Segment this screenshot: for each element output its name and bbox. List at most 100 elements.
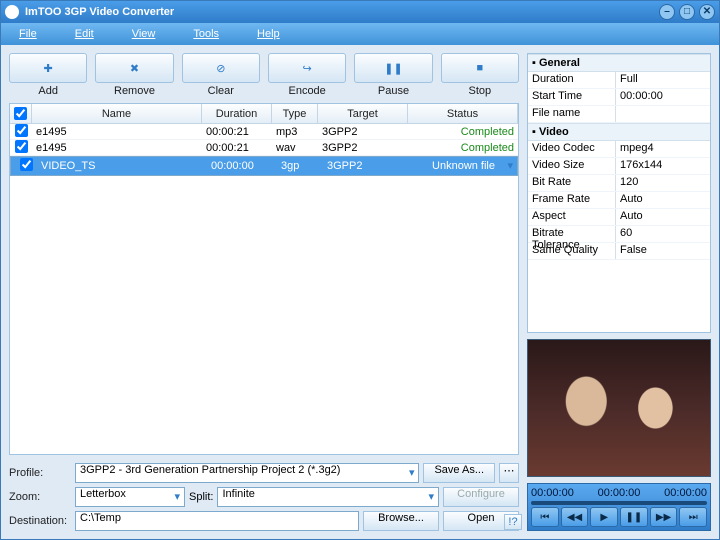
cell-type: wav — [272, 142, 318, 154]
rewind-button[interactable]: ◀◀ — [561, 507, 589, 527]
time-end: 00:00:00 — [664, 487, 707, 499]
profile-more-button[interactable]: ⋯ — [499, 463, 519, 483]
close-button[interactable]: ✕ — [699, 4, 715, 20]
menu-view[interactable]: View — [122, 28, 184, 40]
menu-help[interactable]: Help — [247, 28, 308, 40]
add-button[interactable]: ✚ — [9, 53, 87, 83]
select-all-checkbox[interactable] — [14, 107, 27, 120]
save-as-button[interactable]: Save As... — [423, 463, 495, 483]
clear-button[interactable]: ⊘ — [182, 53, 260, 83]
clear-icon: ⊘ — [216, 62, 225, 75]
toolbar: ✚Add ✖Remove ⊘Clear ↪Encode ❚❚Pause ■Sto… — [9, 53, 519, 97]
browse-button[interactable]: Browse... — [363, 511, 439, 531]
cell-type: 3gp — [277, 160, 323, 172]
play-button[interactable]: ▶ — [590, 507, 618, 527]
table-row[interactable]: VIDEO_TS00:00:003gp3GPP2Unknown file — [10, 156, 518, 176]
split-select[interactable]: Infinite — [217, 487, 439, 507]
prop-value[interactable]: mpeg4 — [616, 141, 710, 157]
prop-group[interactable]: Video — [528, 123, 710, 141]
cell-status: Completed — [408, 126, 518, 138]
player-pause-button[interactable]: ❚❚ — [620, 507, 648, 527]
prop-row[interactable]: Video Codecmpeg4 — [528, 141, 710, 158]
cell-target: 3GPP2 — [318, 142, 408, 154]
preview-area[interactable] — [527, 339, 711, 477]
prop-value[interactable]: 176x144 — [616, 158, 710, 174]
stop-button[interactable]: ■ — [441, 53, 519, 83]
remove-label: Remove — [114, 85, 155, 97]
menu-file[interactable]: File — [9, 28, 65, 40]
time-start: 00:00:00 — [531, 487, 574, 499]
maximize-button[interactable]: □ — [679, 4, 695, 20]
prop-key: Bit Rate — [528, 175, 616, 191]
prop-value[interactable]: 00:00:00 — [616, 89, 710, 105]
file-grid: Name Duration Type Target Status e149500… — [9, 103, 519, 455]
prop-value[interactable] — [616, 106, 710, 122]
seek-bar[interactable] — [531, 501, 707, 505]
player-controls: 00:00:00 00:00:00 00:00:00 ⏮ ◀◀ ▶ ❚❚ ▶▶ … — [527, 483, 711, 531]
menu-bar: File Edit View Tools Help — [1, 23, 719, 45]
title-bar: ImTOO 3GP Video Converter – □ ✕ — [1, 1, 719, 23]
cell-duration: 00:00:00 — [207, 160, 277, 172]
row-checkbox[interactable] — [20, 158, 33, 171]
menu-tools[interactable]: Tools — [183, 28, 247, 40]
prop-row[interactable]: DurationFull — [528, 72, 710, 89]
cell-status: Completed — [408, 142, 518, 154]
skip-back-button[interactable]: ⏮ — [531, 507, 559, 527]
prop-row[interactable]: Same QualityFalse — [528, 243, 710, 260]
prop-value[interactable]: Auto — [616, 192, 710, 208]
profile-label: Profile: — [9, 467, 71, 479]
plus-icon: ✚ — [44, 62, 53, 75]
prop-value[interactable]: 60 — [616, 226, 710, 242]
prop-key: Same Quality — [528, 243, 616, 259]
prop-row[interactable]: Frame RateAuto — [528, 192, 710, 209]
cell-status: Unknown file — [413, 160, 499, 172]
col-name[interactable]: Name — [32, 104, 202, 123]
pause-label: Pause — [378, 85, 409, 97]
cell-name: e1495 — [32, 126, 202, 138]
col-status[interactable]: Status — [408, 104, 518, 123]
stop-icon: ■ — [476, 62, 483, 74]
col-target[interactable]: Target — [318, 104, 408, 123]
prop-key: Aspect — [528, 209, 616, 225]
prop-value[interactable]: Full — [616, 72, 710, 88]
prop-value[interactable]: Auto — [616, 209, 710, 225]
prop-row[interactable]: File name — [528, 106, 710, 123]
prop-row[interactable]: Bit Rate120 — [528, 175, 710, 192]
encode-icon: ↪ — [303, 62, 312, 75]
prop-value[interactable]: 120 — [616, 175, 710, 191]
grid-empty-area[interactable] — [10, 176, 518, 454]
pause-button[interactable]: ❚❚ — [354, 53, 432, 83]
cell-target: 3GPP2 — [323, 160, 413, 172]
profile-select[interactable]: 3GPP2 - 3rd Generation Partnership Proje… — [75, 463, 419, 483]
prop-key: Video Codec — [528, 141, 616, 157]
row-checkbox[interactable] — [15, 140, 28, 153]
col-type[interactable]: Type — [272, 104, 318, 123]
col-duration[interactable]: Duration — [202, 104, 272, 123]
prop-row[interactable]: AspectAuto — [528, 209, 710, 226]
prop-value[interactable]: False — [616, 243, 710, 259]
encode-label: Encode — [288, 85, 325, 97]
remove-button[interactable]: ✖ — [95, 53, 173, 83]
preview-image — [528, 340, 710, 476]
minimize-button[interactable]: – — [659, 4, 675, 20]
prop-row[interactable]: Video Size176x144 — [528, 158, 710, 175]
table-row[interactable]: e149500:00:21wav3GPP2Completed — [10, 140, 518, 156]
configure-button[interactable]: Configure — [443, 487, 519, 507]
row-checkbox[interactable] — [15, 124, 28, 137]
zoom-select[interactable]: Letterbox — [75, 487, 185, 507]
menu-edit[interactable]: Edit — [65, 28, 122, 40]
prop-key: Start Time — [528, 89, 616, 105]
cell-name: e1495 — [32, 142, 202, 154]
forward-button[interactable]: ▶▶ — [650, 507, 678, 527]
cell-duration: 00:00:21 — [202, 126, 272, 138]
properties-panel[interactable]: GeneralDurationFullStart Time00:00:00Fil… — [527, 53, 711, 333]
destination-input[interactable]: C:\Temp — [75, 511, 359, 531]
prop-row[interactable]: Bitrate Tolerance60 — [528, 226, 710, 243]
table-row[interactable]: e149500:00:21mp33GPP2Completed — [10, 124, 518, 140]
prop-row[interactable]: Start Time00:00:00 — [528, 89, 710, 106]
help-icon[interactable]: !? — [504, 514, 522, 530]
encode-button[interactable]: ↪ — [268, 53, 346, 83]
cell-name: VIDEO_TS — [37, 160, 207, 172]
skip-fwd-button[interactable]: ⏭ — [679, 507, 707, 527]
prop-group[interactable]: General — [528, 54, 710, 72]
